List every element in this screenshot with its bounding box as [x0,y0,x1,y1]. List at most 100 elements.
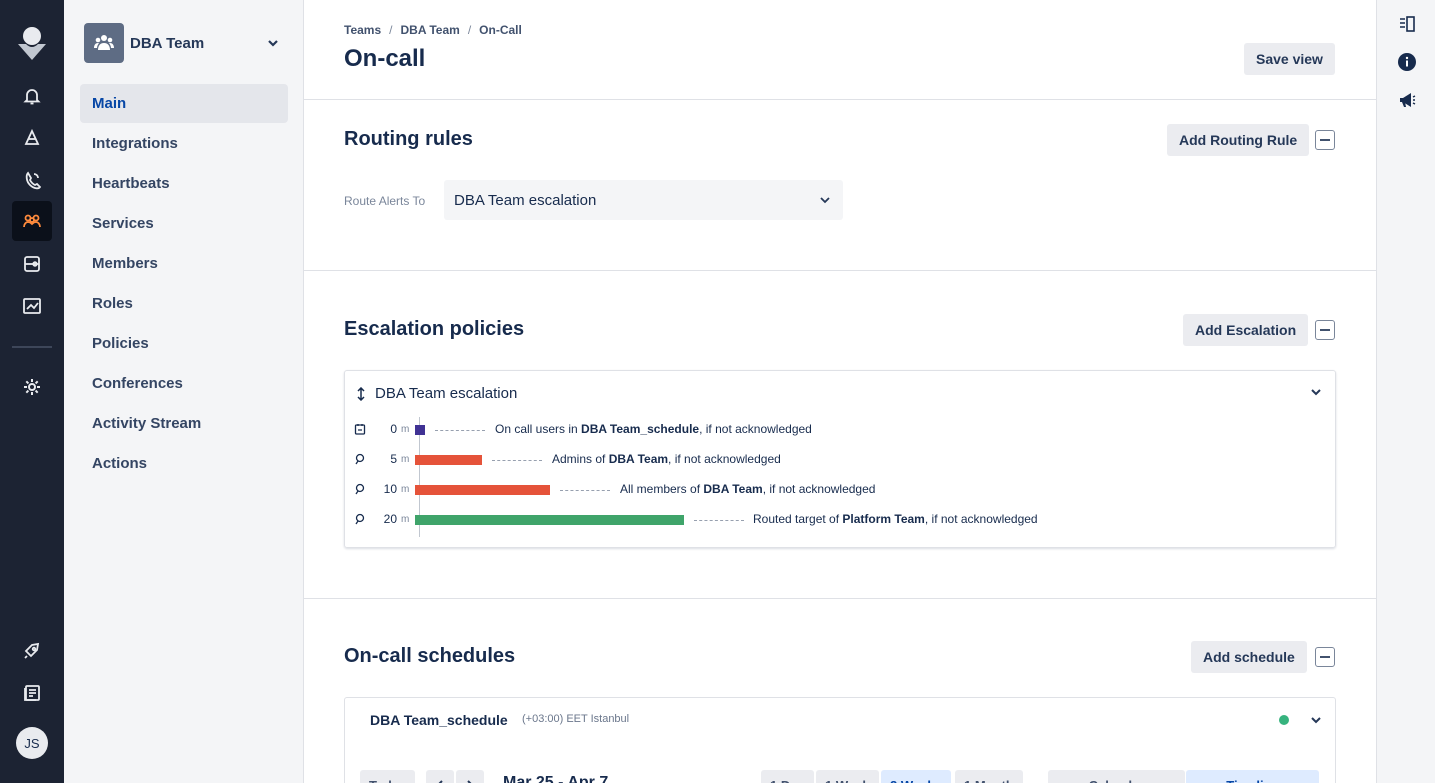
escalation-rule-text: On call users in DBA Team_schedule, if n… [495,422,812,436]
info-button[interactable] [1396,51,1418,73]
escalation-delay: 0 [390,422,397,436]
view-calendar[interactable]: Calendar [1048,770,1185,783]
section-divider [304,270,1376,271]
sort-icon[interactable] [355,387,367,401]
view-timeline[interactable]: Timeline [1186,770,1319,783]
today-button[interactable]: Today [360,770,416,783]
team-nav-integrations[interactable]: Integrations [80,124,288,163]
team-nav-roles[interactable]: Roles [80,284,288,323]
settings-nav-button[interactable] [12,367,52,407]
team-group-icon [94,35,114,50]
previous-period-button[interactable] [426,770,454,783]
chevron-down-icon [820,197,830,204]
save-view-button[interactable]: Save view [1244,43,1335,75]
announcements-button[interactable] [1396,89,1418,111]
docs-button[interactable] [12,673,52,713]
services-nav-button[interactable] [12,244,52,284]
team-nav-main[interactable]: Main [80,84,288,123]
escalation-delay: 5 [390,452,397,466]
services-icon [24,256,40,272]
route-alerts-label: Route Alerts To [344,194,426,208]
escalation-rule: 5 m Admins of DBA Team, if not acknowled… [345,450,1335,470]
add-escalation-button[interactable]: Add Escalation [1183,314,1309,346]
minus-icon [1320,329,1330,331]
escalation-connector [694,520,744,521]
routing-rules-title: Routing rules [344,128,473,150]
escalation-connector [435,430,485,431]
period-1-day[interactable]: 1 Day [761,770,814,783]
team-nav-activity-stream[interactable]: Activity Stream [80,404,288,443]
minus-icon [1320,656,1330,658]
breadcrumb: Teams / DBA Team / On-Call [344,23,522,37]
team-nav-policies[interactable]: Policies [80,324,288,363]
user-avatar[interactable]: JS [16,727,48,759]
main-content: Teams / DBA Team / On-Call On-call Save … [304,0,1376,783]
escalation-connector [560,490,610,491]
team-switcher[interactable]: DBA Team [84,23,284,63]
collapse-schedules-button[interactable] [1315,647,1335,667]
breadcrumb-team[interactable]: DBA Team [400,23,459,37]
section-divider [304,598,1376,599]
escalation-delay-bar [415,425,425,435]
collapse-escalation-button[interactable] [1315,320,1335,340]
team-nav-actions[interactable]: Actions [80,444,288,483]
escalation-unit: m [401,484,410,495]
period-2-weeks[interactable]: 2 Weeks [881,770,951,783]
escalation-policy-card: DBA Team escalation 0 m On call users in… [344,370,1336,548]
breadcrumb-teams[interactable]: Teams [344,23,381,37]
escalation-policy-name[interactable]: DBA Team escalation [375,385,517,402]
add-routing-rule-button[interactable]: Add Routing Rule [1167,124,1310,156]
incidents-nav-button[interactable] [12,118,52,158]
schedule-name[interactable]: DBA Team_schedule [370,712,508,728]
breadcrumb-separator: / [389,23,393,37]
rocket-icon [24,642,40,659]
breadcrumb-on-call[interactable]: On-Call [479,23,522,37]
escalation-unit: m [401,424,410,435]
on-call-nav-button[interactable] [12,160,52,200]
gear-icon [24,379,40,395]
chevron-down-icon[interactable] [266,36,280,50]
team-nav-heartbeats[interactable]: Heartbeats [80,164,288,203]
phone-icon [25,171,42,190]
team-nav-conferences[interactable]: Conferences [80,364,288,403]
escalation-rule: 20 m Routed target of Platform Team, if … [345,510,1335,530]
utility-rail [1376,0,1435,783]
escalation-delay: 10 [383,482,397,496]
info-icon [1398,53,1416,71]
escalation-delay: 20 [383,512,397,526]
route-alerts-value: DBA Team escalation [454,191,597,209]
app-logo-icon[interactable] [16,26,48,62]
escalation-connector [492,460,542,461]
alerts-nav-button[interactable] [12,76,52,116]
route-alerts-select[interactable]: DBA Team escalation [444,180,843,220]
team-nav-list: Main Integrations Heartbeats Services Me… [80,84,288,484]
incident-icon [24,128,40,145]
collapse-routing-button[interactable] [1315,130,1335,150]
user-group-icon [355,513,365,525]
period-1-week[interactable]: 1 Week [816,770,879,783]
escalation-unit: m [401,454,410,465]
megaphone-icon [1400,93,1416,107]
escalation-rule: 10 m All members of DBA Team, if not ack… [345,480,1335,500]
team-nav-members[interactable]: Members [80,244,288,283]
docs-icon [24,685,40,701]
global-nav-rail: JS [0,0,64,783]
analytics-nav-button[interactable] [12,286,52,326]
team-nav-services[interactable]: Services [80,204,288,243]
page-title: On-call [344,45,426,72]
minus-icon [1320,139,1330,141]
on-call-schedules-title: On-call schedules [344,645,516,667]
toggle-panel-button[interactable] [1396,13,1418,35]
escalation-delay-bar [415,485,550,495]
add-schedule-button[interactable]: Add schedule [1191,641,1307,673]
next-period-button[interactable] [456,770,484,783]
chevron-down-icon[interactable] [1309,713,1323,727]
bell-icon [23,89,41,105]
escalation-delay-bar [415,515,684,525]
period-1-month[interactable]: 1 Month [955,770,1023,783]
chevron-down-icon[interactable] [1309,385,1323,399]
escalation-unit: m [401,514,410,525]
teams-nav-button[interactable] [12,201,52,241]
whats-new-button[interactable] [12,631,52,671]
escalation-delay-bar [415,455,482,465]
